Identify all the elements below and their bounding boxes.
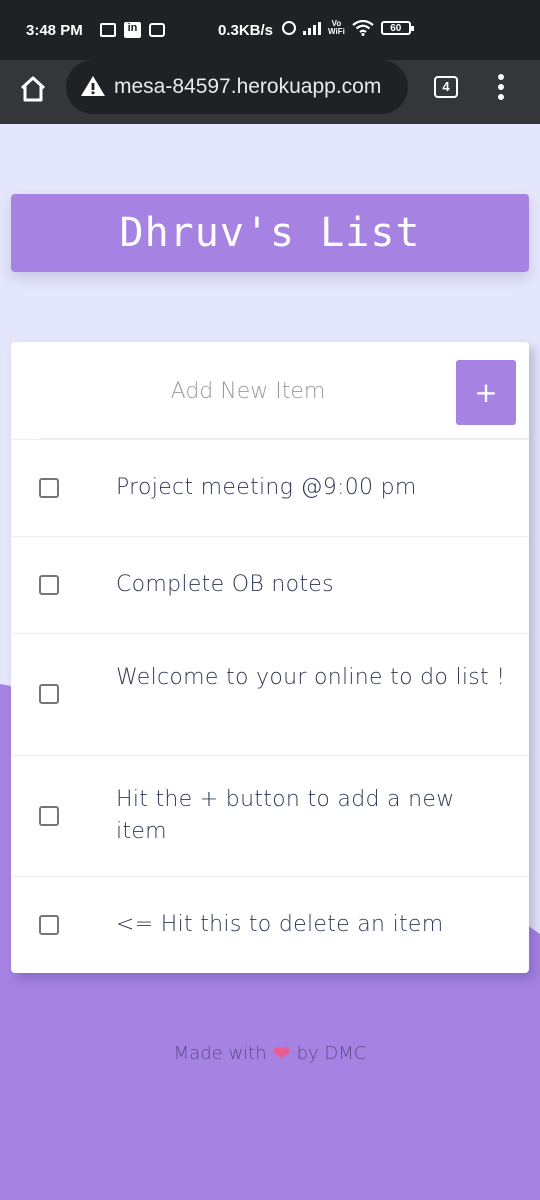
laptop-icon — [100, 23, 116, 37]
list-item: Project meeting @9:00 pm — [11, 439, 529, 536]
item-label: Complete OB notes — [116, 572, 334, 597]
item-checkbox[interactable] — [39, 915, 59, 935]
list-item: Complete OB notes — [11, 536, 529, 633]
grid-icon — [149, 23, 165, 37]
signal-icon — [303, 21, 321, 35]
page-title: Dhruv's List — [119, 210, 421, 256]
list-item: <= Hit this to delete an item — [11, 876, 529, 973]
item-checkbox[interactable] — [39, 478, 59, 498]
address-bar[interactable]: mesa-84597.herokuapp.com — [66, 60, 408, 114]
vowifi-bottom: WiFi — [328, 27, 345, 36]
vowifi-indicator: Vo WiFi — [328, 20, 345, 36]
home-icon[interactable] — [18, 74, 48, 104]
footer-suffix: by DMC — [296, 1043, 367, 1064]
title-card: Dhruv's List — [11, 194, 529, 272]
wifi-icon — [352, 20, 374, 36]
tab-switcher-button[interactable]: 4 — [434, 76, 458, 98]
item-checkbox[interactable] — [39, 575, 59, 595]
browser-toolbar: mesa-84597.herokuapp.com 4 — [0, 60, 540, 124]
item-label: <= Hit this to delete an item — [116, 912, 444, 937]
list-item: Hit the + button to add a new item — [11, 755, 529, 876]
url-text: mesa-84597.herokuapp.com — [114, 75, 382, 98]
footer-prefix: Made with — [173, 1043, 267, 1064]
item-label: Hit the + button to add a new item — [116, 787, 455, 844]
item-label: Welcome to your online to do list ! — [116, 665, 506, 690]
add-item-button[interactable]: + — [456, 360, 516, 425]
todo-list-card: + Project meeting @9:00 pm Complete OB n… — [11, 342, 529, 973]
battery-icon: 60 — [380, 21, 414, 35]
network-speed: 0.3KB/s — [218, 22, 274, 39]
status-notification-icons: in — [100, 22, 165, 38]
alarm-icon — [282, 21, 296, 35]
menu-icon[interactable] — [494, 74, 508, 104]
linkedin-icon: in — [124, 22, 141, 38]
status-system-icons: Vo WiFi 60 — [282, 20, 414, 36]
add-item-form: + — [11, 342, 529, 438]
status-bar: 3:48 PM in 0.3KB/s Vo WiFi 60 — [0, 0, 540, 60]
status-time: 3:48 PM — [26, 22, 83, 39]
warning-icon — [81, 76, 105, 96]
new-item-input[interactable] — [39, 366, 457, 416]
item-label: Project meeting @9:00 pm — [116, 475, 417, 500]
footer: Made with ❤ by DMC — [0, 1042, 540, 1067]
item-checkbox[interactable] — [39, 684, 59, 704]
item-checkbox[interactable] — [39, 806, 59, 826]
heart-icon: ❤ — [272, 1042, 291, 1067]
list-item: Welcome to your online to do list ! — [11, 633, 529, 755]
